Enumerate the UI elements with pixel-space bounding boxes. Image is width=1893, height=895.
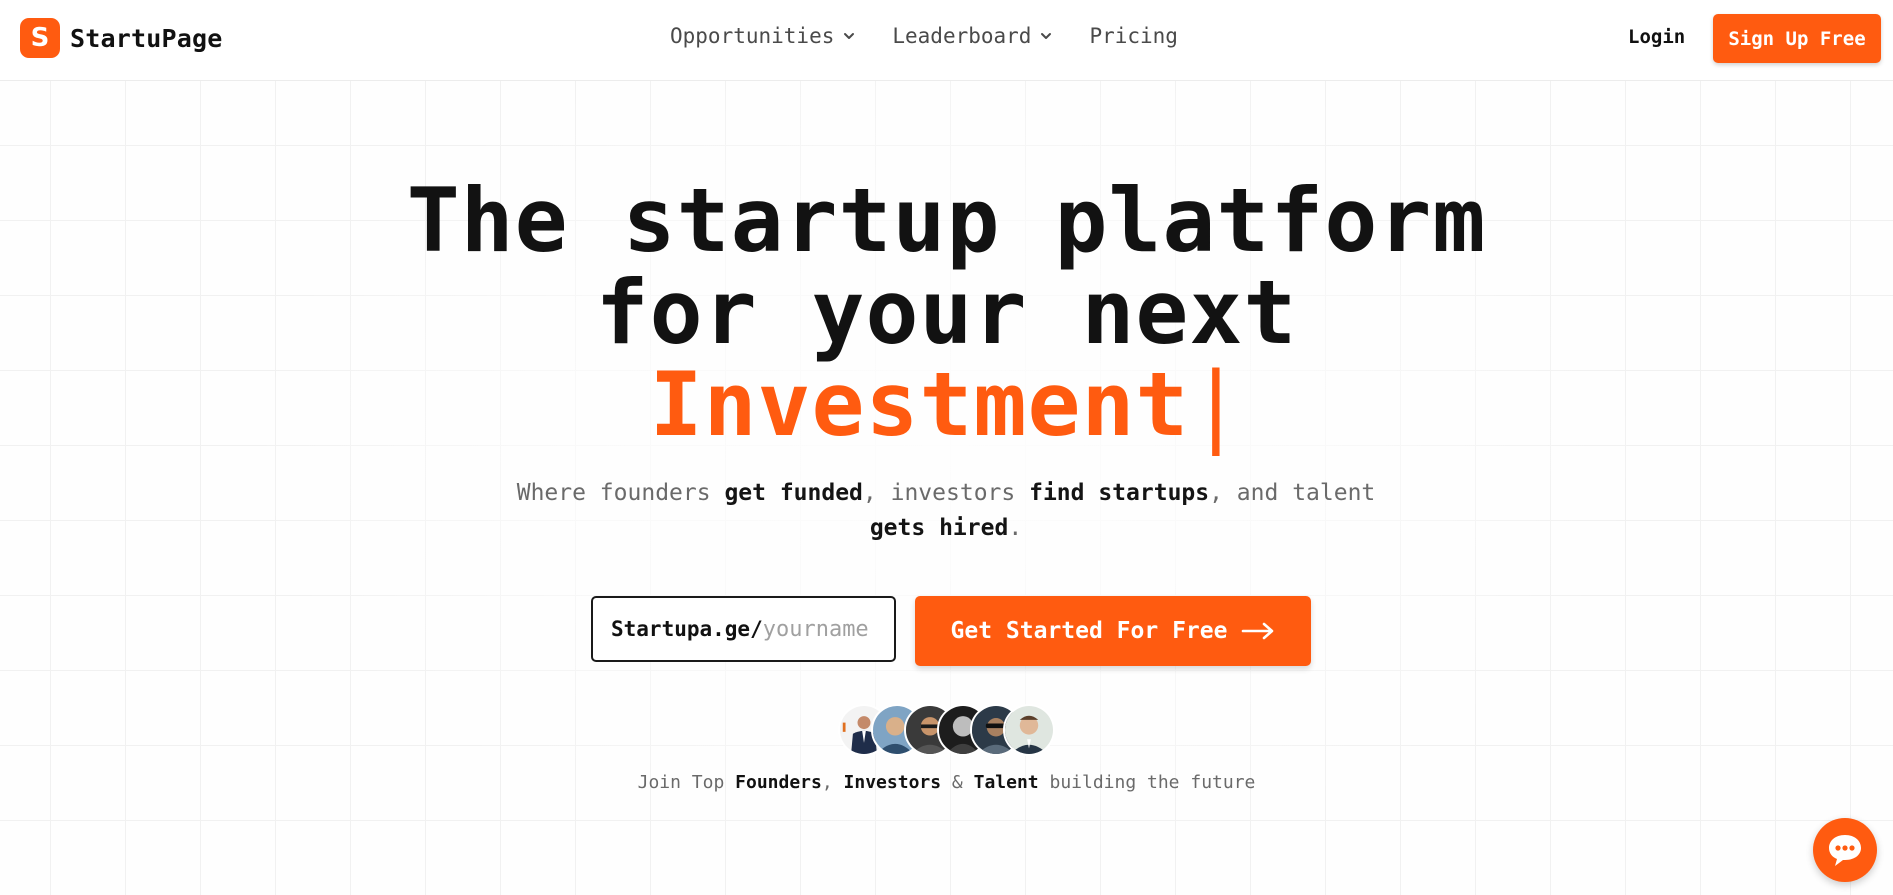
typing-cursor: |	[1189, 353, 1244, 456]
join-text: building the future	[1038, 772, 1256, 793]
url-prefix: Startupa.ge/	[611, 617, 763, 641]
get-started-button[interactable]: Get Started For Free	[915, 596, 1311, 666]
hero-title-line-1: The startup platform	[406, 169, 1487, 272]
join-highlight: Talent	[973, 772, 1039, 793]
join-text: &	[941, 772, 974, 793]
logo-glyph: S	[30, 23, 50, 53]
join-text: Join Top	[637, 772, 736, 793]
top-navbar: S StartuPage Opportunities Leaderboard P…	[0, 0, 1893, 81]
subtitle-highlight: gets hired	[869, 515, 1009, 541]
subtitle-highlight: get funded	[724, 480, 863, 506]
subtitle-highlight: find startups	[1029, 480, 1210, 506]
nav-item-label: Pricing	[1089, 24, 1178, 48]
subtitle-text: Where founders	[516, 480, 725, 506]
chevron-down-icon	[1041, 33, 1052, 39]
hero-subtitle: Where founders get funded, investors fin…	[496, 476, 1396, 546]
subtitle-text: , and talent	[1209, 480, 1376, 506]
nav-item-label: Leaderboard	[892, 24, 1032, 48]
join-highlight: Investors	[843, 772, 942, 793]
arrow-right-icon	[1242, 622, 1274, 640]
username-url-field[interactable]: Startupa.ge/	[591, 596, 903, 662]
hero-rotating-word: Investment	[649, 353, 1190, 456]
chat-widget-button[interactable]	[1813, 818, 1877, 882]
hero-title: The startup platform for your next Inves…	[0, 175, 1893, 451]
hero-title-line-2: for your next	[595, 261, 1298, 364]
join-text: ,	[821, 772, 844, 793]
chevron-down-icon	[844, 33, 855, 39]
username-input[interactable]	[762, 616, 903, 642]
join-highlight: Founders	[735, 772, 822, 793]
chat-bubble-icon	[1829, 835, 1861, 866]
get-started-label: Get Started For Free	[950, 618, 1228, 644]
brand-name: StartuPage	[70, 23, 223, 53]
logo-icon: S	[20, 18, 60, 58]
avatar	[1003, 704, 1055, 756]
nav-item-leaderboard[interactable]: Leaderboard	[892, 24, 1053, 48]
nav-item-pricing[interactable]: Pricing	[1089, 24, 1178, 48]
main-nav: Opportunities Leaderboard Pricing	[670, 24, 1214, 48]
avatar-stack	[838, 704, 1068, 756]
subtitle-text: .	[1008, 515, 1023, 541]
login-link[interactable]: Login	[1628, 26, 1685, 48]
nav-item-label: Opportunities	[670, 24, 835, 48]
nav-item-opportunities[interactable]: Opportunities	[670, 24, 856, 48]
brand-logo-link[interactable]: S StartuPage	[20, 18, 223, 58]
signup-button[interactable]: Sign Up Free	[1713, 14, 1881, 63]
social-proof-text: Join Top Founders, Investors & Talent bu…	[0, 772, 1893, 793]
subtitle-text: , investors	[862, 480, 1030, 506]
